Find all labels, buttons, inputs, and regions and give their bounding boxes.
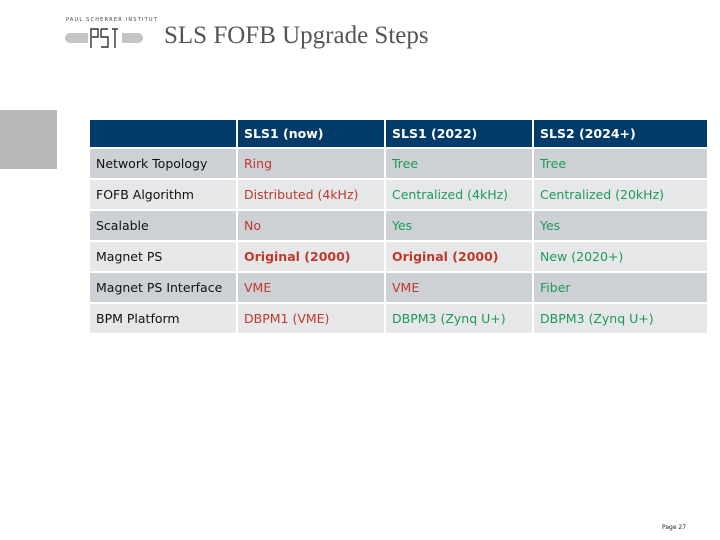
table-cell: No	[236, 209, 386, 242]
psi-logo-icon	[88, 27, 122, 49]
table-cell: Yes	[532, 209, 709, 242]
table-cell: Centralized (4kHz)	[384, 178, 534, 211]
table-cell: DBPM3 (Zynq U+)	[532, 302, 709, 335]
table-cell: Tree	[384, 147, 534, 180]
table-cell: Centralized (20kHz)	[532, 178, 709, 211]
table-cell: VME	[384, 271, 534, 304]
table-cell: Yes	[384, 209, 534, 242]
slide-title: SLS FOFB Upgrade Steps	[164, 22, 429, 49]
row-label: Network Topology	[88, 147, 238, 180]
row-label: Magnet PS	[88, 240, 238, 273]
table-header-row: SLS1 (now) SLS1 (2022) SLS2 (2024+)	[88, 118, 709, 149]
table-cell: New (2020+)	[532, 240, 709, 273]
table-body: Network Topology Ring Tree Tree FOFB Algorit…	[88, 147, 709, 335]
table-row: Magnet PS Original (2000) Original (2000) N…	[88, 240, 709, 273]
logo-institute-text: PAUL SCHERRER INSTITUT	[66, 17, 158, 23]
row-label: FOFB Algorithm	[88, 178, 238, 211]
comparison-table: SLS1 (now) SLS1 (2022) SLS2 (2024+) Netw…	[88, 118, 709, 335]
table-cell: Distributed (4kHz)	[236, 178, 386, 211]
side-decoration	[0, 110, 57, 169]
table-cell: DBPM3 (Zynq U+)	[384, 302, 534, 335]
table-row: BPM Platform DBPM1 (VME) DBPM3 (Zynq U+) DB…	[88, 302, 709, 335]
table-row: Scalable No Yes Yes	[88, 209, 709, 242]
table-row: Network Topology Ring Tree Tree	[88, 147, 709, 180]
table-cell: Tree	[532, 147, 709, 180]
column-header: SLS1 (now)	[236, 118, 386, 149]
table-cell: VME	[236, 271, 386, 304]
page-number: Page 27	[662, 524, 687, 531]
table-cell: Fiber	[532, 271, 709, 304]
column-header: SLS1 (2022)	[384, 118, 534, 149]
column-header	[88, 118, 238, 149]
table-cell: Ring	[236, 147, 386, 180]
row-label: BPM Platform	[88, 302, 238, 335]
table-row: Magnet PS Interface VME VME Fiber	[88, 271, 709, 304]
row-label: Scalable	[88, 209, 238, 242]
table-cell: DBPM1 (VME)	[236, 302, 386, 335]
column-header: SLS2 (2024+)	[532, 118, 709, 149]
table-row: FOFB Algorithm Distributed (4kHz) Centrali…	[88, 178, 709, 211]
psi-logo: PAUL SCHERRER INSTITUT	[63, 17, 157, 57]
table-cell: Original (2000)	[384, 240, 534, 273]
row-label: Magnet PS Interface	[88, 271, 238, 304]
table-cell: Original (2000)	[236, 240, 386, 273]
